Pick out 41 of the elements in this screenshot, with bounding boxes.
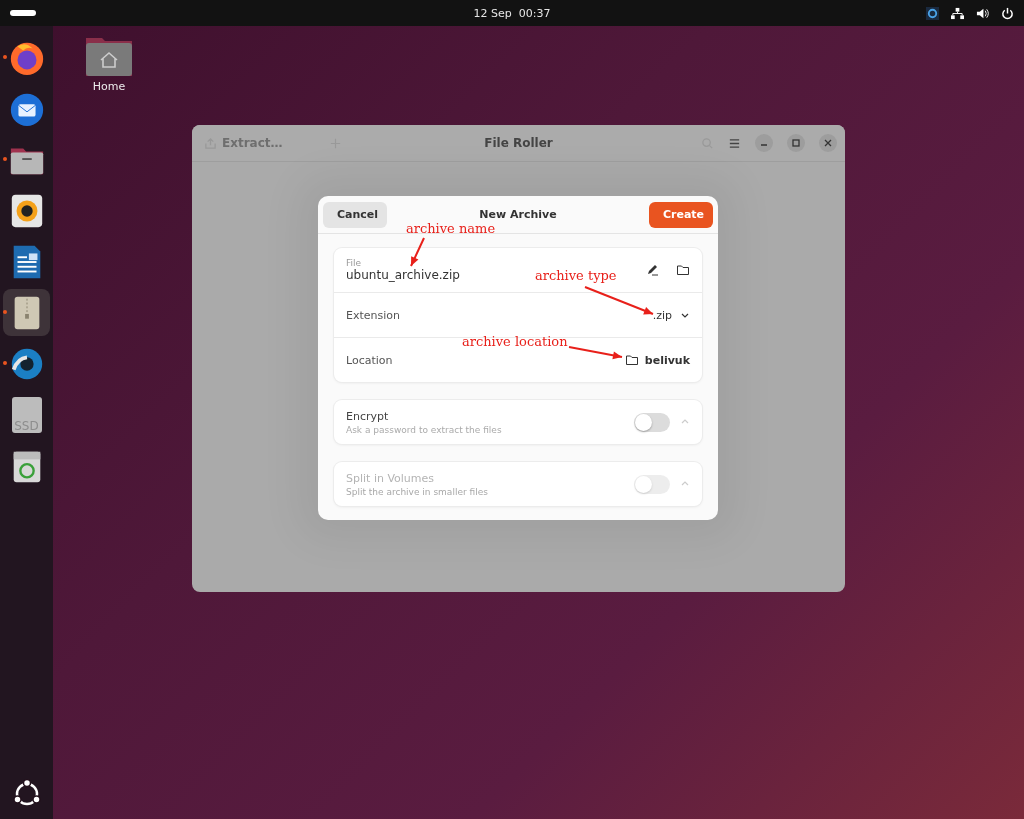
annotation-arrow bbox=[410, 237, 425, 267]
window-title: File Roller bbox=[483, 136, 554, 150]
option-title: Encrypt bbox=[346, 409, 390, 423]
running-indicator bbox=[3, 361, 7, 365]
network-icon[interactable] bbox=[951, 6, 964, 20]
annotation-label: archive type bbox=[535, 268, 617, 283]
option-subtitle: Ask a password to extract the files bbox=[346, 424, 503, 435]
close-button[interactable] bbox=[819, 134, 837, 152]
annotation-arrow bbox=[584, 286, 654, 315]
close-icon bbox=[823, 138, 833, 148]
option-title: Split in Volumes bbox=[346, 471, 436, 485]
annotation-arrow bbox=[568, 346, 623, 360]
extension-dropdown[interactable]: .zip bbox=[652, 308, 690, 322]
power-icon[interactable] bbox=[1001, 6, 1014, 20]
minimize-button[interactable] bbox=[755, 134, 773, 152]
annotation-label: archive name bbox=[406, 221, 496, 236]
desktop-icon-label[interactable]: Home bbox=[92, 80, 126, 93]
create-button[interactable]: Create bbox=[649, 201, 713, 228]
row-label: Extension bbox=[346, 308, 401, 322]
app-indicator-icon[interactable] bbox=[926, 6, 939, 20]
folder-icon bbox=[624, 353, 639, 367]
annotation-label: archive location bbox=[462, 334, 568, 349]
row-label: Location bbox=[346, 353, 394, 367]
toggle-switch[interactable] bbox=[634, 412, 670, 432]
clock[interactable]: 12 Sep 00:37 bbox=[452, 6, 572, 20]
folder-icon[interactable] bbox=[676, 263, 690, 277]
running-indicator bbox=[3, 310, 7, 314]
maximize-icon bbox=[791, 138, 801, 148]
maximize-button[interactable] bbox=[787, 134, 805, 152]
dialog-title: New Archive bbox=[479, 208, 557, 221]
option-subtitle: Split the archive in smaller files bbox=[346, 486, 489, 497]
volume-icon[interactable] bbox=[976, 6, 989, 20]
menu-icon[interactable] bbox=[728, 136, 741, 150]
location-button[interactable]: belivuk bbox=[624, 353, 690, 367]
activities-indicator[interactable] bbox=[10, 10, 36, 16]
pen-icon[interactable] bbox=[646, 263, 660, 277]
running-indicator bbox=[3, 157, 7, 161]
field-label: File bbox=[346, 258, 363, 268]
running-indicator bbox=[3, 55, 7, 59]
cancel-button[interactable]: Cancel bbox=[323, 201, 387, 228]
filename-field[interactable]: ubuntu_archive.zip bbox=[346, 268, 460, 282]
